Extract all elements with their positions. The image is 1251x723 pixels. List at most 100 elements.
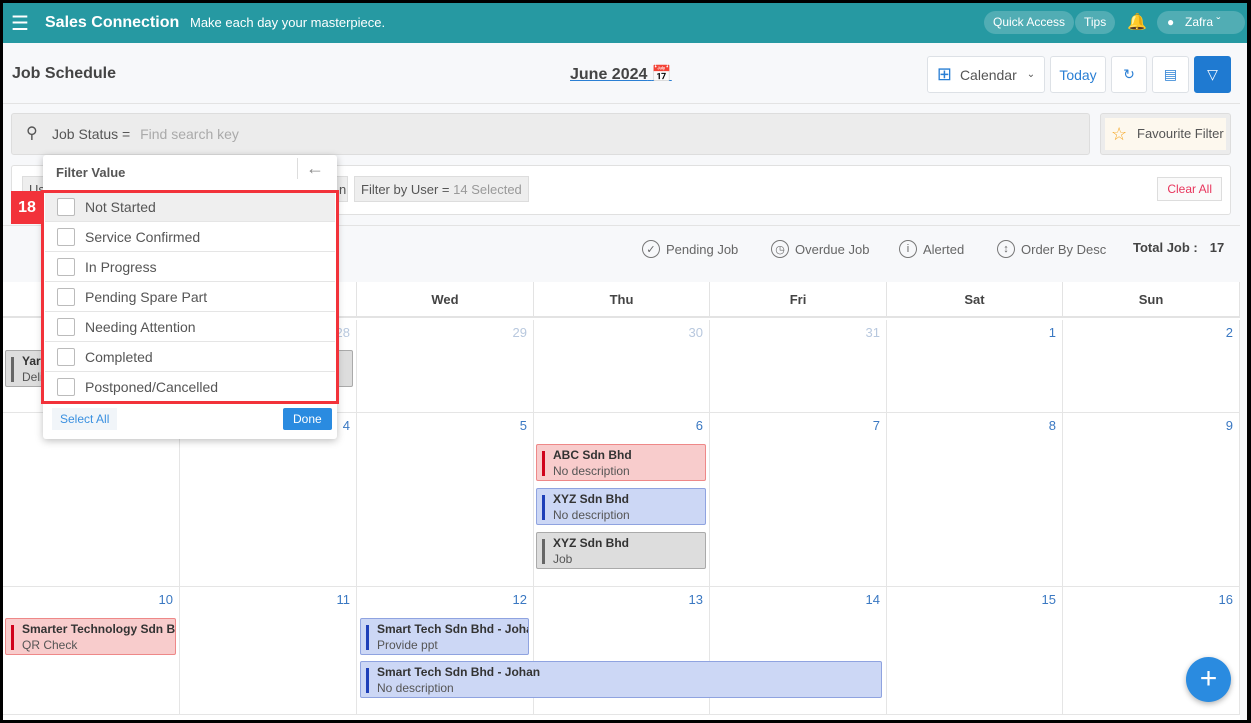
tips-button[interactable]: Tips (1075, 11, 1116, 34)
date-button[interactable]: ▤ (1152, 56, 1189, 93)
day-cell[interactable]: 7 (710, 413, 887, 587)
day-number: 29 (512, 325, 527, 340)
pending-label: Pending Job (666, 241, 739, 257)
user-menu[interactable]: ● Zafra ˇ (1157, 11, 1245, 34)
day-cell[interactable]: 4 (180, 413, 357, 587)
day-number: 16 (1218, 592, 1233, 607)
event-desc: No description (553, 508, 630, 522)
calendar-event[interactable]: Smart Tech Sdn Bhd - Johan No description (360, 661, 882, 698)
day-header: Wed (357, 282, 534, 318)
menu-icon[interactable]: ☰ (11, 11, 29, 36)
day-number: 30 (688, 325, 703, 340)
filter-chip-user[interactable]: Filter by User = 14 Selected (354, 176, 529, 202)
calendar-icon: ▤ (1163, 66, 1178, 82)
total-value: 17 (1209, 240, 1225, 255)
calendar-event[interactable]: XYZ Sdn Bhd No description (536, 488, 706, 525)
top-bar: ☰ Sales Connection Make each day your ma… (3, 3, 1247, 43)
event-desc: No description (377, 681, 454, 695)
refresh-icon: ↻ (1123, 66, 1135, 82)
event-title: Smarter Technology Sdn Bh... (22, 622, 176, 636)
month-label: June 2024 (570, 66, 648, 83)
chip-label: Filter by User = (361, 182, 450, 197)
day-number: 11 (336, 592, 351, 607)
day-cell[interactable]: 5 (357, 413, 534, 587)
favourite-label: Favourite Filter (1137, 126, 1224, 141)
filter-button[interactable]: ▽ (1194, 56, 1231, 93)
user-name: Zafra (1185, 15, 1214, 29)
day-number: 9 (1225, 418, 1233, 433)
view-label: Calendar (959, 66, 1017, 83)
pending-job-toggle[interactable]: ✓ Pending Job (642, 240, 738, 258)
day-number: 15 (1041, 592, 1056, 607)
view-select[interactable]: ⊞ Calendar ⌄ (927, 56, 1045, 93)
add-job-button[interactable]: + (1186, 657, 1231, 702)
alerted-toggle[interactable]: i Alerted (899, 240, 964, 258)
event-title: ABC Sdn Bhd (553, 448, 632, 462)
search-input[interactable]: Find search key (140, 126, 239, 142)
day-number: 2 (1225, 325, 1233, 340)
clear-all-button[interactable]: Clear All (1157, 177, 1222, 201)
star-icon: ☆ (1111, 124, 1128, 144)
calendar-event[interactable]: ABC Sdn Bhd No description (536, 444, 706, 481)
refresh-button[interactable]: ↻ (1111, 56, 1147, 93)
order-toggle[interactable]: ↕ Order By Desc (997, 240, 1106, 258)
day-cell[interactable]: 11 (180, 587, 357, 715)
favourite-filter-button[interactable]: ☆ Favourite Filter (1100, 113, 1231, 155)
chevron-down-icon: ⌄ (1026, 69, 1036, 80)
event-title: Smart Tech Sdn Bhd - Johan (377, 622, 529, 636)
day-cell[interactable]: 31 (710, 320, 887, 413)
day-cell[interactable]: 15 (887, 587, 1063, 715)
day-cell[interactable]: 8 (887, 413, 1063, 587)
today-button[interactable]: Today (1050, 56, 1106, 93)
total-job: Total Job : 17 (1133, 240, 1224, 255)
done-button[interactable]: Done (283, 408, 332, 430)
bell-icon[interactable]: 🔔 (1127, 12, 1147, 32)
day-number: 1 (1048, 325, 1056, 340)
event-desc: No description (553, 464, 630, 478)
info-icon: i (899, 240, 917, 258)
day-header: Fri (710, 282, 887, 318)
month-picker[interactable]: June 2024 📅 (570, 64, 672, 84)
day-number: 5 (519, 418, 527, 433)
day-cell[interactable]: 29 (357, 320, 534, 413)
event-title: XYZ Sdn Bhd (553, 492, 629, 506)
check-circle-icon: ✓ (642, 240, 660, 258)
divider (3, 103, 1240, 104)
user-icon: ● (1167, 15, 1175, 29)
event-desc: Deli (22, 370, 43, 384)
day-number: 13 (688, 592, 703, 607)
sort-icon: ↕ (997, 240, 1015, 258)
day-number: 14 (865, 592, 880, 607)
order-label: Order By Desc (1021, 241, 1107, 257)
filter-value-dropdown: Filter Value ← Not Started Service Confir… (41, 155, 339, 439)
search-bar[interactable]: ⚲ Job Status = Find search key (11, 113, 1090, 155)
event-desc: Job (553, 552, 573, 566)
overdue-label: Overdue Job (795, 241, 870, 257)
day-cell[interactable]: 1 (887, 320, 1063, 413)
calendar-event[interactable]: XYZ Sdn Bhd Job (536, 532, 706, 569)
back-arrow-icon[interactable]: ← (297, 158, 324, 179)
dropdown-title: Filter Value (56, 165, 126, 180)
day-cell[interactable]: 3 (3, 413, 180, 587)
annotation-badge: 18 (11, 191, 43, 224)
quick-access-button[interactable]: Quick Access (984, 11, 1075, 34)
day-number: 6 (695, 418, 703, 433)
search-field-label: Job Status = (52, 126, 131, 142)
day-header: Sun (1063, 282, 1240, 318)
filter-icon: ▽ (1207, 66, 1218, 82)
tagline: Make each day your masterpiece. (190, 15, 386, 30)
overdue-job-toggle[interactable]: ◷ Overdue Job (771, 240, 869, 258)
event-desc: QR Check (22, 638, 78, 652)
event-title: XYZ Sdn Bhd (553, 536, 629, 550)
calendar-event[interactable]: Smart Tech Sdn Bhd - Johan Provide ppt (360, 618, 529, 655)
alerted-label: Alerted (923, 241, 965, 257)
day-cell[interactable]: 30 (534, 320, 710, 413)
day-cell[interactable]: 2 (1063, 320, 1240, 413)
total-label: Total Job : (1133, 240, 1198, 255)
grid-icon: ⊞ (936, 64, 952, 84)
day-cell[interactable]: 9 (1063, 413, 1240, 587)
calendar-event[interactable]: Smarter Technology Sdn Bh... QR Check (5, 618, 176, 655)
day-number: 10 (158, 592, 173, 607)
page-title: Job Schedule (12, 65, 117, 82)
select-all-button[interactable]: Select All (52, 408, 118, 430)
